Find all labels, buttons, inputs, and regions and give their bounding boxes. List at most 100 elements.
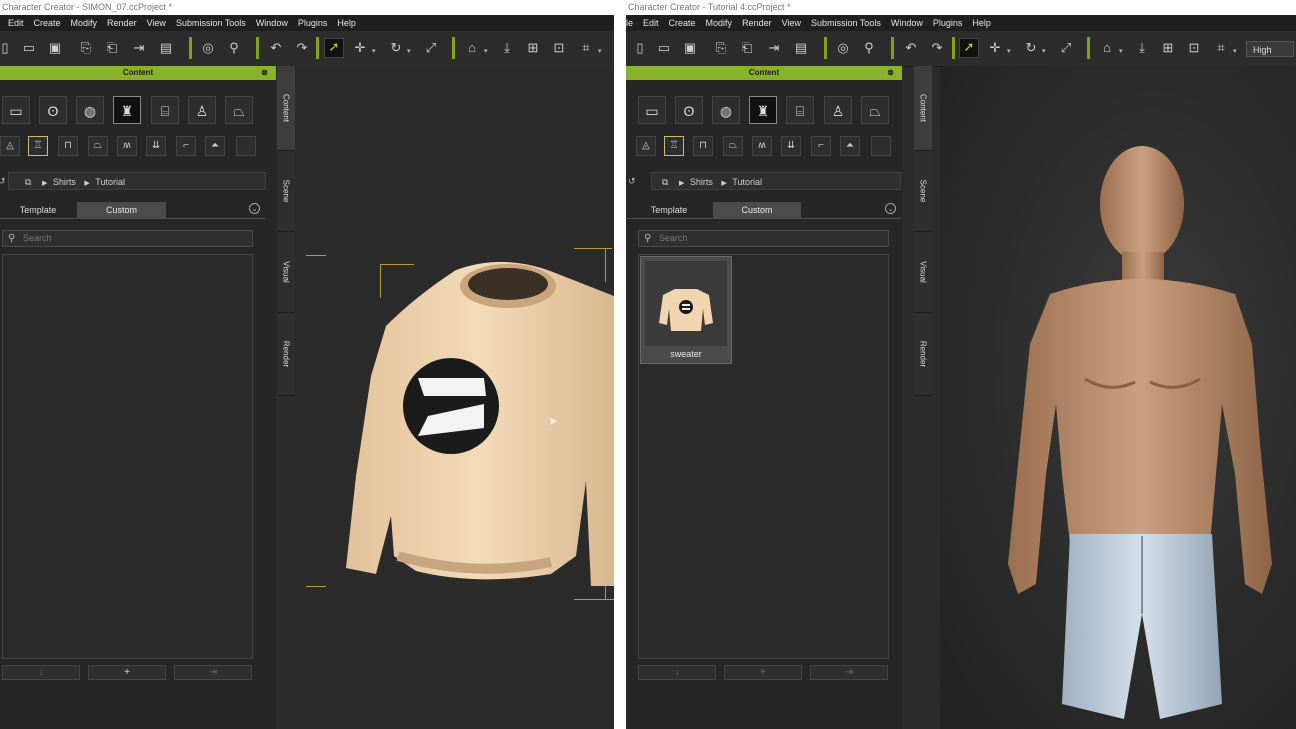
library-icon[interactable]: ⧉ (25, 177, 31, 187)
fit-icon[interactable]: ⊞ (525, 40, 541, 56)
chevron-down-icon[interactable]: ▾ (484, 47, 488, 55)
side-tab-visual[interactable]: Visual (277, 232, 295, 313)
pants-icon[interactable]: ⊓ (693, 136, 713, 156)
shirt-icon[interactable]: ♖ (664, 136, 684, 156)
send-icon[interactable]: ⇥ (766, 40, 782, 56)
chevron-down-icon[interactable]: ▾ (598, 47, 602, 55)
side-tab-render[interactable]: Render (914, 313, 932, 396)
move-icon[interactable]: ✛ (987, 40, 1003, 56)
menu-create[interactable]: Create (34, 15, 61, 31)
body-icon[interactable]: ʘ (675, 96, 703, 124)
move-icon[interactable]: ✛ (352, 40, 368, 56)
side-tab-content[interactable]: Content (277, 66, 295, 151)
hanger-icon[interactable]: ⏶ (205, 136, 225, 156)
frame-icon[interactable]: ⊡ (551, 40, 567, 56)
rotate-icon[interactable]: ↻ (1023, 40, 1039, 56)
home-icon[interactable]: ⌂ (464, 40, 480, 56)
chevron-down-icon[interactable]: ▾ (372, 47, 376, 55)
gloves-icon[interactable]: ʍ (752, 136, 772, 156)
home-icon[interactable]: ⌂ (1099, 40, 1115, 56)
close-icon[interactable]: ⊗ (887, 66, 894, 80)
preview-icon[interactable]: ▤ (793, 40, 809, 56)
import-icon[interactable]: ⎗ (739, 40, 755, 56)
tab-template[interactable]: Template (0, 202, 76, 218)
search-field[interactable]: ⚲ Search (2, 230, 253, 247)
tab-template[interactable]: Template (626, 202, 712, 218)
menu-view[interactable]: View (147, 15, 166, 31)
3d-viewport[interactable]: ➤ (296, 66, 614, 729)
tab-custom[interactable]: Custom (77, 202, 166, 218)
scale-icon[interactable]: ⤢ (423, 40, 439, 56)
select-arrow-icon[interactable]: ➚ (959, 38, 979, 58)
search-input[interactable]: Search (23, 231, 52, 246)
search-input[interactable]: Search (659, 231, 688, 246)
chevron-down-icon[interactable]: ▾ (1119, 47, 1123, 55)
body-icon[interactable]: ʘ (39, 96, 67, 124)
undo-icon[interactable]: ↶ (268, 40, 284, 56)
menu-submission-tools[interactable]: Submission Tools (176, 15, 246, 31)
fit-icon[interactable]: ⊞ (1160, 40, 1176, 56)
skin-icon[interactable]: ◍ (712, 96, 740, 124)
menu-render[interactable]: Render (107, 15, 137, 31)
pose-icon[interactable]: ⚲ (226, 40, 242, 56)
rotate-icon[interactable]: ↻ (388, 40, 404, 56)
content-item-sweater[interactable]: sweater (640, 256, 732, 364)
add-button[interactable]: + (724, 665, 802, 680)
new-file-icon[interactable]: ▯ (0, 40, 13, 56)
redo-icon[interactable]: ↷ (294, 40, 310, 56)
back-icon[interactable]: ↺ (628, 176, 636, 187)
pants-icon[interactable]: ⊓ (58, 136, 78, 156)
skirt-icon[interactable]: ⏢ (723, 136, 743, 156)
camera-view-icon[interactable]: ⌗ (1213, 40, 1229, 56)
library-icon[interactable]: ⧉ (662, 177, 668, 187)
menu-file[interactable]: le (626, 15, 633, 31)
breadcrumb-tutorial[interactable]: Tutorial (95, 177, 125, 187)
hanger-icon[interactable]: ⏶ (840, 136, 860, 156)
apply-button[interactable]: ⇥ (174, 665, 252, 680)
menu-window[interactable]: Window (256, 15, 288, 31)
side-tab-content[interactable]: Content (914, 66, 932, 151)
pose-icon[interactable]: ⚲ (861, 40, 877, 56)
breadcrumb-tutorial[interactable]: Tutorial (732, 177, 762, 187)
options-icon[interactable]: ⌄ (885, 203, 896, 214)
menu-help[interactable]: Help (972, 15, 991, 31)
scene-icon[interactable]: ⏢ (225, 96, 253, 124)
menu-edit[interactable]: Edit (643, 15, 659, 31)
download-button[interactable]: ↓ (2, 665, 80, 680)
search-field[interactable]: ⚲ Search (638, 230, 889, 247)
gloves-icon[interactable]: ʍ (117, 136, 137, 156)
motion-icon[interactable]: ♙ (188, 96, 216, 124)
chevron-down-icon[interactable]: ▾ (1007, 47, 1011, 55)
shoe-icon[interactable]: ⌐ (811, 136, 831, 156)
side-tab-render[interactable]: Render (277, 313, 295, 396)
menu-help[interactable]: Help (337, 15, 356, 31)
undo-icon[interactable]: ↶ (903, 40, 919, 56)
side-tab-scene[interactable]: Scene (277, 151, 295, 232)
side-tab-scene[interactable]: Scene (914, 151, 932, 232)
skin-icon[interactable]: ◍ (76, 96, 104, 124)
chevron-down-icon[interactable]: ▾ (1233, 47, 1237, 55)
menu-view[interactable]: View (782, 15, 801, 31)
menu-create[interactable]: Create (669, 15, 696, 31)
send-icon[interactable]: ⇥ (131, 40, 147, 56)
export-icon[interactable]: ⎘ (78, 40, 94, 56)
chevron-down-icon[interactable]: ▾ (407, 47, 411, 55)
cloth-icon[interactable]: ♜ (113, 96, 141, 124)
new-file-icon[interactable]: ▯ (632, 40, 648, 56)
download-button[interactable]: ↓ (638, 665, 716, 680)
tie-icon[interactable]: ⇊ (781, 136, 801, 156)
down-arrow-icon[interactable]: ⤓ (1134, 40, 1150, 56)
redo-icon[interactable]: ↷ (929, 40, 945, 56)
options-icon[interactable]: ⌄ (249, 203, 260, 214)
accessory-icon[interactable]: ⌸ (786, 96, 814, 124)
preview-icon[interactable]: ▤ (158, 40, 174, 56)
blank-icon[interactable] (236, 136, 256, 156)
content-list[interactable]: sweater (638, 254, 889, 659)
tie-icon[interactable]: ⇊ (146, 136, 166, 156)
down-arrow-icon[interactable]: ⤓ (499, 40, 515, 56)
breadcrumb-shirts[interactable]: Shirts (53, 177, 76, 187)
accessory-icon[interactable]: ⌸ (151, 96, 179, 124)
hair-icon[interactable]: ◬ (636, 136, 656, 156)
scene-icon[interactable]: ⏢ (861, 96, 889, 124)
camera-view-icon[interactable]: ⌗ (578, 40, 594, 56)
